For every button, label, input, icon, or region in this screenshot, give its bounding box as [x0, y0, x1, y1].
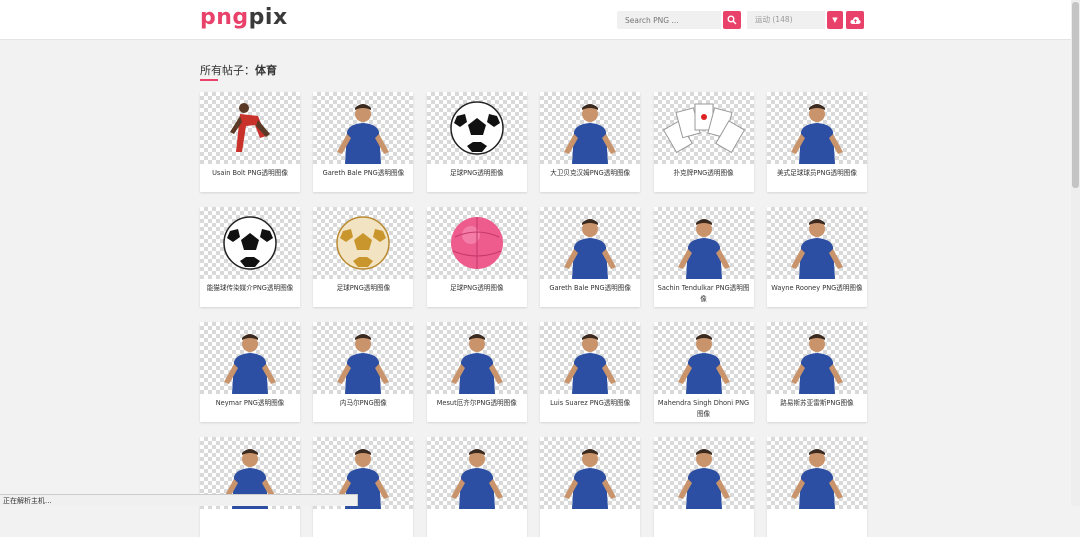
chevron-down-icon: ▼: [832, 16, 838, 24]
search-area: 运动 (148) ▼: [617, 11, 864, 29]
image-caption[interactable]: [540, 509, 640, 513]
image-caption[interactable]: 能猫球传染媒介PNG透明图像: [200, 279, 300, 294]
image-card[interactable]: 路易斯苏亚雷斯PNG图像: [766, 322, 867, 422]
upload-button[interactable]: [846, 11, 864, 29]
player-image[interactable]: [313, 322, 414, 394]
image-card[interactable]: Luis Suarez PNG透明图像: [540, 322, 641, 422]
player-image[interactable]: [766, 207, 867, 279]
page-title: 所有帖子：体育: [200, 64, 277, 77]
image-card[interactable]: Mesut厄齐尔PNG透明图像: [426, 322, 527, 422]
gold-ball-image[interactable]: [313, 207, 414, 279]
player-image[interactable]: [766, 92, 867, 164]
image-card[interactable]: 扑克牌PNG透明图像: [653, 92, 754, 192]
player-image[interactable]: [426, 437, 527, 509]
image-caption[interactable]: 美式足球球员PNG透明图像: [767, 164, 867, 179]
player-image[interactable]: [766, 437, 867, 509]
search-button[interactable]: [723, 11, 741, 29]
image-caption[interactable]: Mahendra Singh Dhoni PNG 图像: [654, 394, 754, 420]
image-caption[interactable]: [654, 509, 754, 513]
image-card[interactable]: 内马尔PNG图像: [313, 322, 414, 422]
image-caption[interactable]: Wayne Rooney PNG透明图像: [767, 279, 867, 294]
image-caption[interactable]: 扑克牌PNG透明图像: [654, 164, 754, 179]
image-card[interactable]: Wayne Rooney PNG透明图像: [766, 207, 867, 307]
image-caption[interactable]: Mesut厄齐尔PNG透明图像: [427, 394, 527, 409]
player-image[interactable]: [653, 437, 754, 509]
image-card[interactable]: 足球PNG透明图像: [426, 207, 527, 307]
site-logo[interactable]: pngpix: [200, 5, 288, 30]
image-card[interactable]: 能猫球传染媒介PNG透明图像: [200, 207, 300, 307]
image-caption[interactable]: 足球PNG透明图像: [427, 279, 527, 294]
image-card[interactable]: Mahendra Singh Dhoni PNG 图像: [653, 322, 754, 422]
image-card[interactable]: [426, 437, 527, 537]
playing-cards-image[interactable]: [653, 92, 754, 164]
image-caption[interactable]: [200, 509, 300, 513]
player-image[interactable]: [426, 322, 527, 394]
image-card[interactable]: [653, 437, 754, 537]
player-image[interactable]: [653, 207, 754, 279]
browser-status-bar: 正在解析主机...: [0, 494, 358, 506]
image-card[interactable]: Gareth Bale PNG透明图像: [313, 92, 414, 192]
image-caption[interactable]: Neymar PNG透明图像: [200, 394, 300, 409]
player-image[interactable]: [200, 322, 300, 394]
cloud-upload-icon: [849, 16, 861, 24]
image-card[interactable]: 足球PNG透明图像: [313, 207, 414, 307]
title-underline: [200, 79, 218, 81]
image-card[interactable]: [313, 437, 414, 537]
search-input[interactable]: [617, 11, 721, 29]
search-icon: [727, 15, 737, 25]
image-caption[interactable]: Usain Bolt PNG透明图像: [200, 164, 300, 179]
image-caption[interactable]: [313, 509, 413, 513]
image-card[interactable]: Sachin Tendulkar PNG透明图像: [653, 207, 754, 307]
player-image[interactable]: [540, 92, 641, 164]
image-caption[interactable]: Gareth Bale PNG透明图像: [540, 279, 640, 294]
image-caption[interactable]: 足球PNG透明图像: [313, 279, 413, 294]
player-image[interactable]: [540, 207, 641, 279]
image-card[interactable]: [766, 437, 867, 537]
pink-ball-image[interactable]: [426, 207, 527, 279]
player-image[interactable]: [766, 322, 867, 394]
image-card[interactable]: Neymar PNG透明图像: [200, 322, 300, 422]
image-caption[interactable]: Gareth Bale PNG透明图像: [313, 164, 413, 179]
image-card[interactable]: 足球PNG透明图像: [426, 92, 527, 192]
player-image[interactable]: [540, 322, 641, 394]
site-header: pngpix 运动 (148) ▼: [0, 0, 1071, 40]
image-caption[interactable]: [427, 509, 527, 513]
image-card[interactable]: [540, 437, 641, 537]
player-image[interactable]: [653, 322, 754, 394]
image-caption[interactable]: 内马尔PNG图像: [313, 394, 413, 409]
scrollbar-thumb[interactable]: [1072, 2, 1079, 188]
category-select[interactable]: 运动 (148): [747, 11, 825, 29]
image-card[interactable]: Usain Bolt PNG透明图像: [200, 92, 300, 192]
player-image[interactable]: [313, 92, 414, 164]
image-caption[interactable]: 路易斯苏亚雷斯PNG图像: [767, 394, 867, 409]
image-grid: Usain Bolt PNG透明图像 Gareth Bale PNG透明图像 足球P…: [200, 92, 870, 537]
sprinter-image[interactable]: [200, 92, 300, 164]
image-caption[interactable]: Sachin Tendulkar PNG透明图像: [654, 279, 754, 305]
image-card[interactable]: 美式足球球员PNG透明图像: [766, 92, 867, 192]
image-caption[interactable]: Luis Suarez PNG透明图像: [540, 394, 640, 409]
image-caption[interactable]: 足球PNG透明图像: [427, 164, 527, 179]
image-card[interactable]: 大卫贝克汉姆PNG透明图像: [540, 92, 641, 192]
image-caption[interactable]: 大卫贝克汉姆PNG透明图像: [540, 164, 640, 179]
dropdown-arrow-button[interactable]: ▼: [827, 11, 843, 29]
player-image[interactable]: [540, 437, 641, 509]
image-card[interactable]: [200, 437, 300, 537]
soccer-ball-image[interactable]: [426, 92, 527, 164]
soccer-ball-image[interactable]: [200, 207, 300, 279]
image-caption[interactable]: [767, 509, 867, 513]
page-scrollbar[interactable]: [1071, 0, 1080, 506]
image-card[interactable]: Gareth Bale PNG透明图像: [540, 207, 641, 307]
